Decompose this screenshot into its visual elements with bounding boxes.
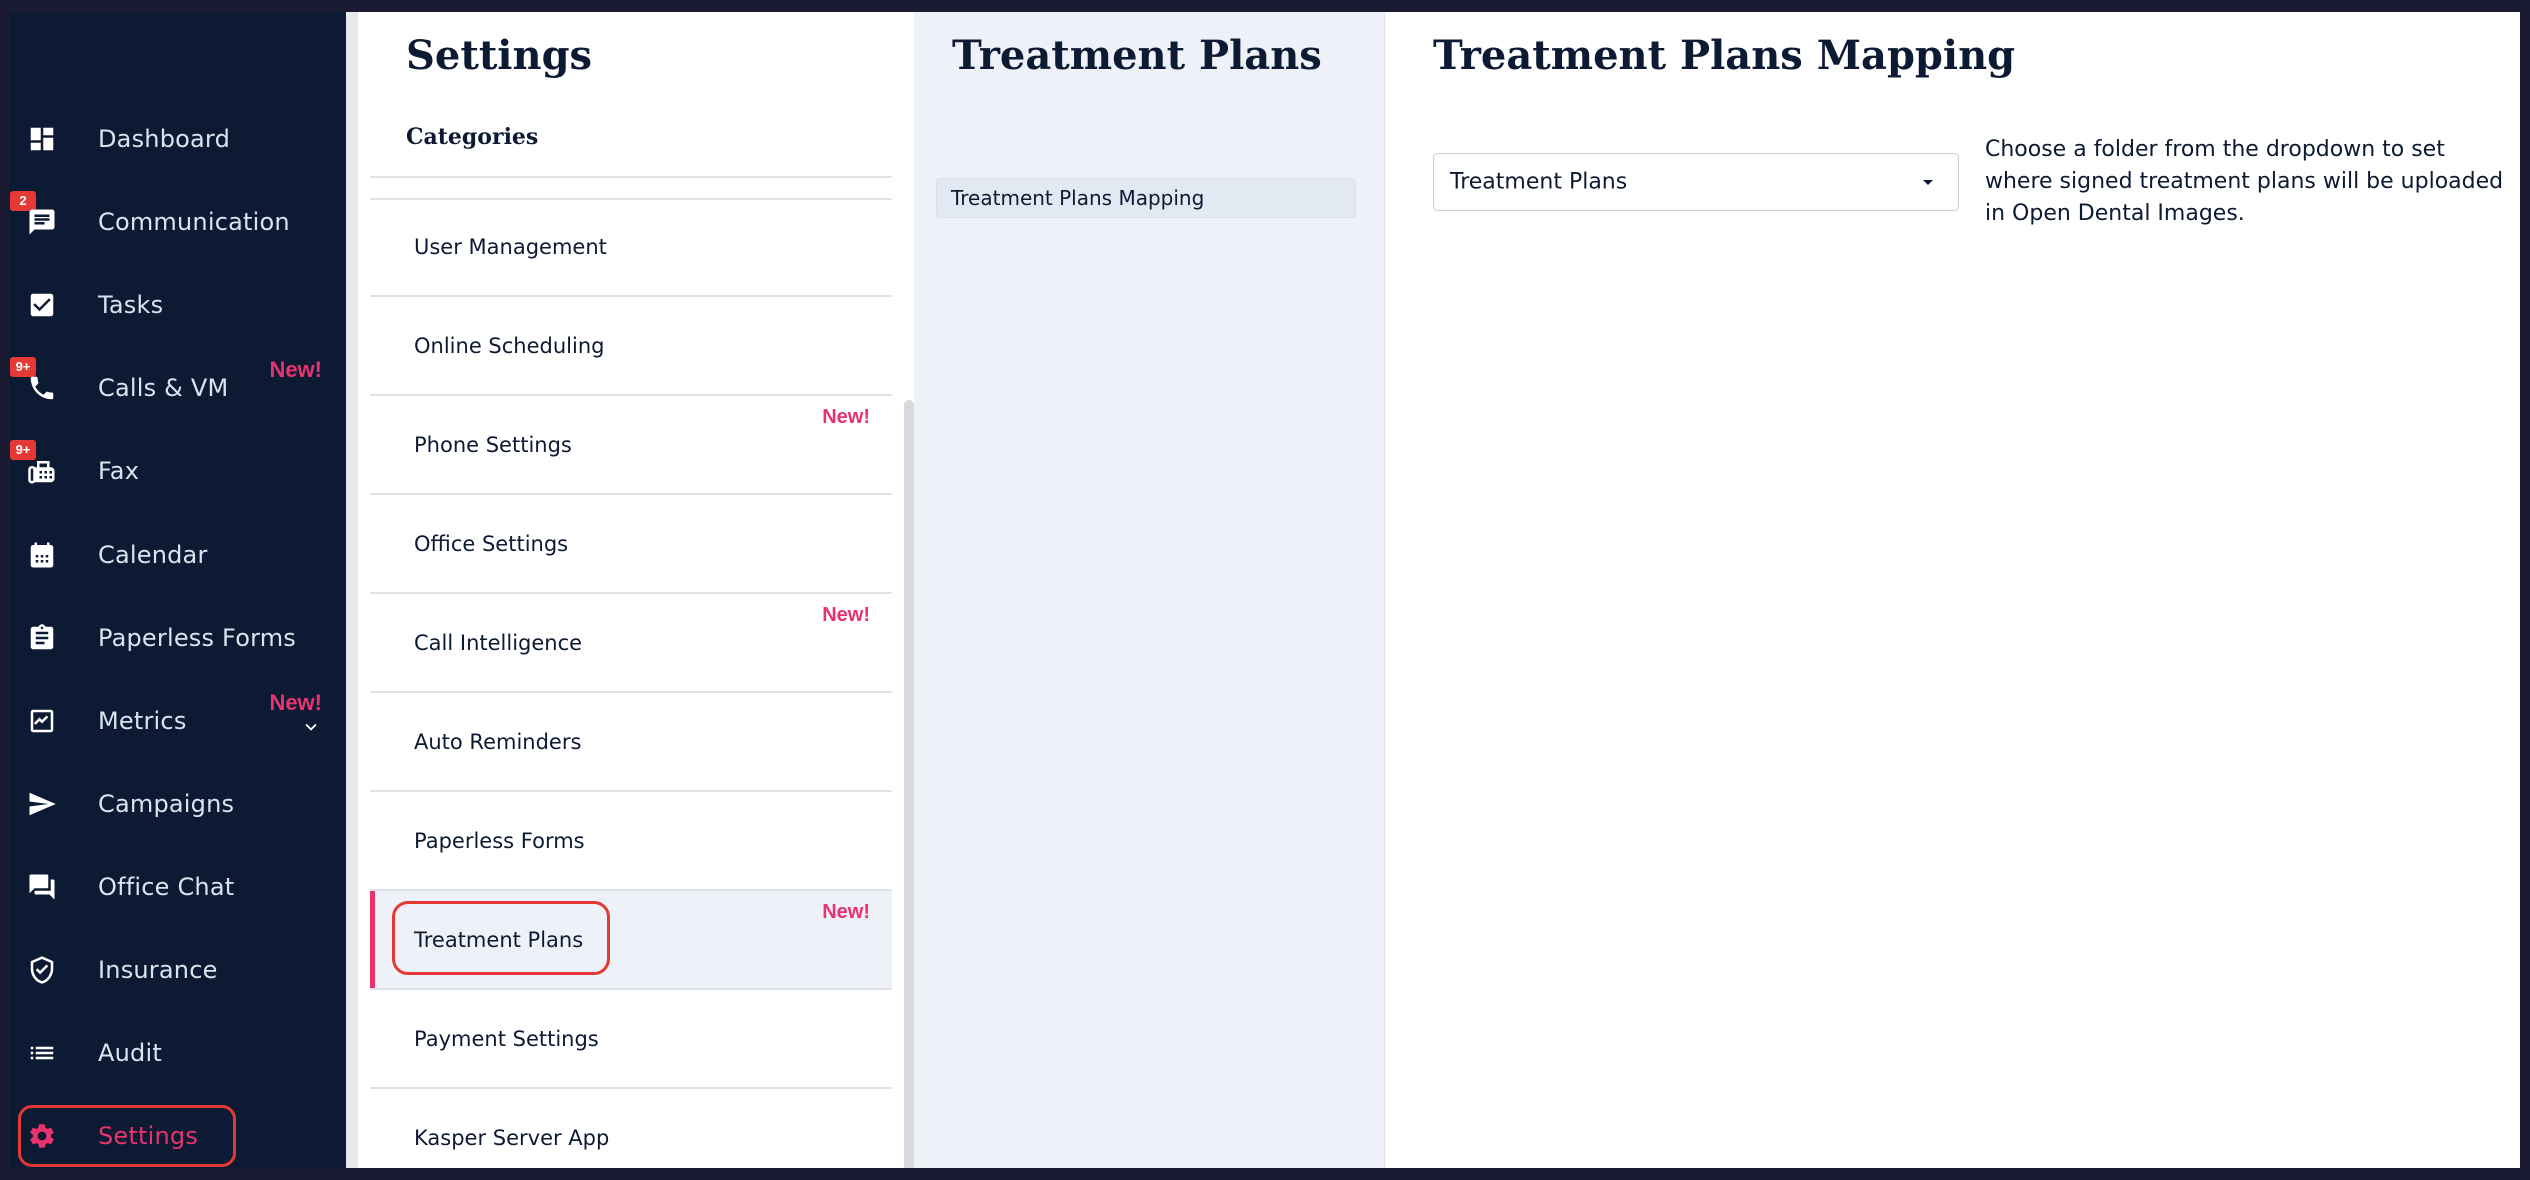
sidebar-item-fax[interactable]: 9+ Fax bbox=[10, 436, 346, 506]
sidebar: Dashboard 2 Communication Tasks 9+ Calls… bbox=[10, 12, 346, 1168]
sidebar-item-paperless-forms[interactable]: Paperless Forms bbox=[10, 603, 346, 673]
shield-icon bbox=[26, 954, 58, 986]
detail-title: Treatment Plans Mapping bbox=[1433, 32, 2016, 79]
sidebar-item-label: Fax bbox=[98, 457, 140, 485]
sidebar-item-campaigns[interactable]: Campaigns bbox=[10, 769, 346, 839]
dropdown-value: Treatment Plans bbox=[1450, 169, 1628, 195]
sidebar-item-label: Calendar bbox=[98, 541, 208, 569]
app-window: Dashboard 2 Communication Tasks 9+ Calls… bbox=[10, 12, 2520, 1168]
category-label: Office Settings bbox=[414, 531, 569, 556]
sidebar-item-label: Audit bbox=[98, 1039, 162, 1067]
gear-icon bbox=[26, 1120, 58, 1152]
category-item-auto-reminders[interactable]: Auto Reminders bbox=[370, 693, 892, 792]
sidebar-item-calendar[interactable]: Calendar bbox=[10, 520, 346, 590]
sidebar-item-calls-vm[interactable]: 9+ Calls & VM New! bbox=[10, 353, 346, 423]
category-scrollbar[interactable] bbox=[904, 400, 914, 1168]
sidebar-item-label: Office Chat bbox=[98, 873, 235, 901]
new-badge: New! bbox=[269, 690, 322, 715]
checkbox-icon bbox=[26, 289, 58, 321]
category-item-call-intelligence[interactable]: New! Call Intelligence bbox=[370, 594, 892, 693]
category-item-user-management[interactable]: User Management bbox=[370, 198, 892, 297]
sidebar-item-label: Calls & VM bbox=[98, 374, 229, 402]
subcategory-title: Treatment Plans bbox=[952, 32, 1322, 79]
new-badge: New! bbox=[822, 901, 870, 923]
page-title: Settings bbox=[406, 32, 593, 79]
divider bbox=[370, 176, 892, 178]
category-label: Kasper Server App bbox=[414, 1125, 610, 1150]
category-label: Paperless Forms bbox=[414, 828, 585, 853]
list-icon bbox=[26, 1037, 58, 1069]
sidebar-item-dashboard[interactable]: Dashboard bbox=[10, 104, 346, 174]
categories-panel: Settings Categories User Management Onli… bbox=[358, 12, 915, 1168]
phone-icon bbox=[26, 372, 58, 404]
sidebar-item-label: Paperless Forms bbox=[98, 624, 296, 652]
sidebar-item-label: Dashboard bbox=[98, 125, 231, 153]
detail-panel: Treatment Plans Mapping Treatment Plans … bbox=[1385, 12, 2520, 1168]
sidebar-item-insurance[interactable]: Insurance bbox=[10, 935, 346, 1005]
send-icon bbox=[26, 788, 58, 820]
sidebar-item-label: Campaigns bbox=[98, 790, 235, 818]
sidebar-item-label: Settings bbox=[98, 1122, 199, 1150]
category-item-online-scheduling[interactable]: Online Scheduling bbox=[370, 297, 892, 396]
subcategory-panel: Treatment Plans Treatment Plans Mapping bbox=[914, 12, 1385, 1168]
new-badge: New! bbox=[822, 406, 870, 428]
category-item-payment-settings[interactable]: Payment Settings bbox=[370, 990, 892, 1089]
category-label: Online Scheduling bbox=[414, 333, 605, 358]
fax-icon bbox=[26, 455, 58, 487]
category-label: Phone Settings bbox=[414, 432, 572, 457]
clipboard-icon bbox=[26, 622, 58, 654]
category-item-paperless-forms[interactable]: Paperless Forms bbox=[370, 792, 892, 891]
new-badge: New! bbox=[269, 357, 322, 382]
sidebar-scrollbar[interactable] bbox=[346, 12, 358, 1168]
category-item-kasper-server-app[interactable]: Kasper Server App bbox=[370, 1089, 892, 1168]
category-label: Payment Settings bbox=[414, 1026, 599, 1051]
folder-dropdown[interactable]: Treatment Plans bbox=[1433, 153, 1959, 211]
caret-down-icon bbox=[1916, 170, 1940, 194]
categories-heading: Categories bbox=[406, 124, 539, 150]
sidebar-item-metrics[interactable]: Metrics New! bbox=[10, 686, 346, 756]
forum-icon bbox=[26, 871, 58, 903]
dashboard-icon bbox=[26, 123, 58, 155]
sidebar-item-settings[interactable]: Settings bbox=[10, 1101, 346, 1168]
category-item-phone-settings[interactable]: New! Phone Settings bbox=[370, 396, 892, 495]
chevron-down-icon[interactable] bbox=[300, 716, 322, 738]
category-list: User Management Online Scheduling New! P… bbox=[370, 198, 892, 1168]
category-label: Treatment Plans bbox=[414, 927, 584, 952]
sidebar-item-label: Insurance bbox=[98, 956, 218, 984]
calendar-icon bbox=[26, 539, 58, 571]
category-item-office-settings[interactable]: Office Settings bbox=[370, 495, 892, 594]
sidebar-item-label: Metrics bbox=[98, 707, 187, 735]
category-label: User Management bbox=[414, 234, 607, 259]
metrics-chart-icon bbox=[26, 705, 58, 737]
category-item-treatment-plans[interactable]: New! Treatment Plans bbox=[370, 891, 892, 990]
category-label: Auto Reminders bbox=[414, 729, 582, 754]
category-label: Call Intelligence bbox=[414, 630, 583, 655]
new-badge: New! bbox=[822, 604, 870, 626]
sidebar-item-label: Communication bbox=[98, 208, 290, 236]
sidebar-item-audit[interactable]: Audit bbox=[10, 1018, 346, 1088]
chat-icon bbox=[26, 206, 58, 238]
dropdown-help-text: Choose a folder from the dropdown to set… bbox=[1985, 137, 2504, 226]
sidebar-item-label: Tasks bbox=[98, 291, 164, 319]
sidebar-item-office-chat[interactable]: Office Chat bbox=[10, 852, 346, 922]
subcategory-item-treatment-plans-mapping[interactable]: Treatment Plans Mapping bbox=[936, 178, 1356, 218]
sidebar-item-communication[interactable]: 2 Communication bbox=[10, 187, 346, 257]
sidebar-item-tasks[interactable]: Tasks bbox=[10, 270, 346, 340]
